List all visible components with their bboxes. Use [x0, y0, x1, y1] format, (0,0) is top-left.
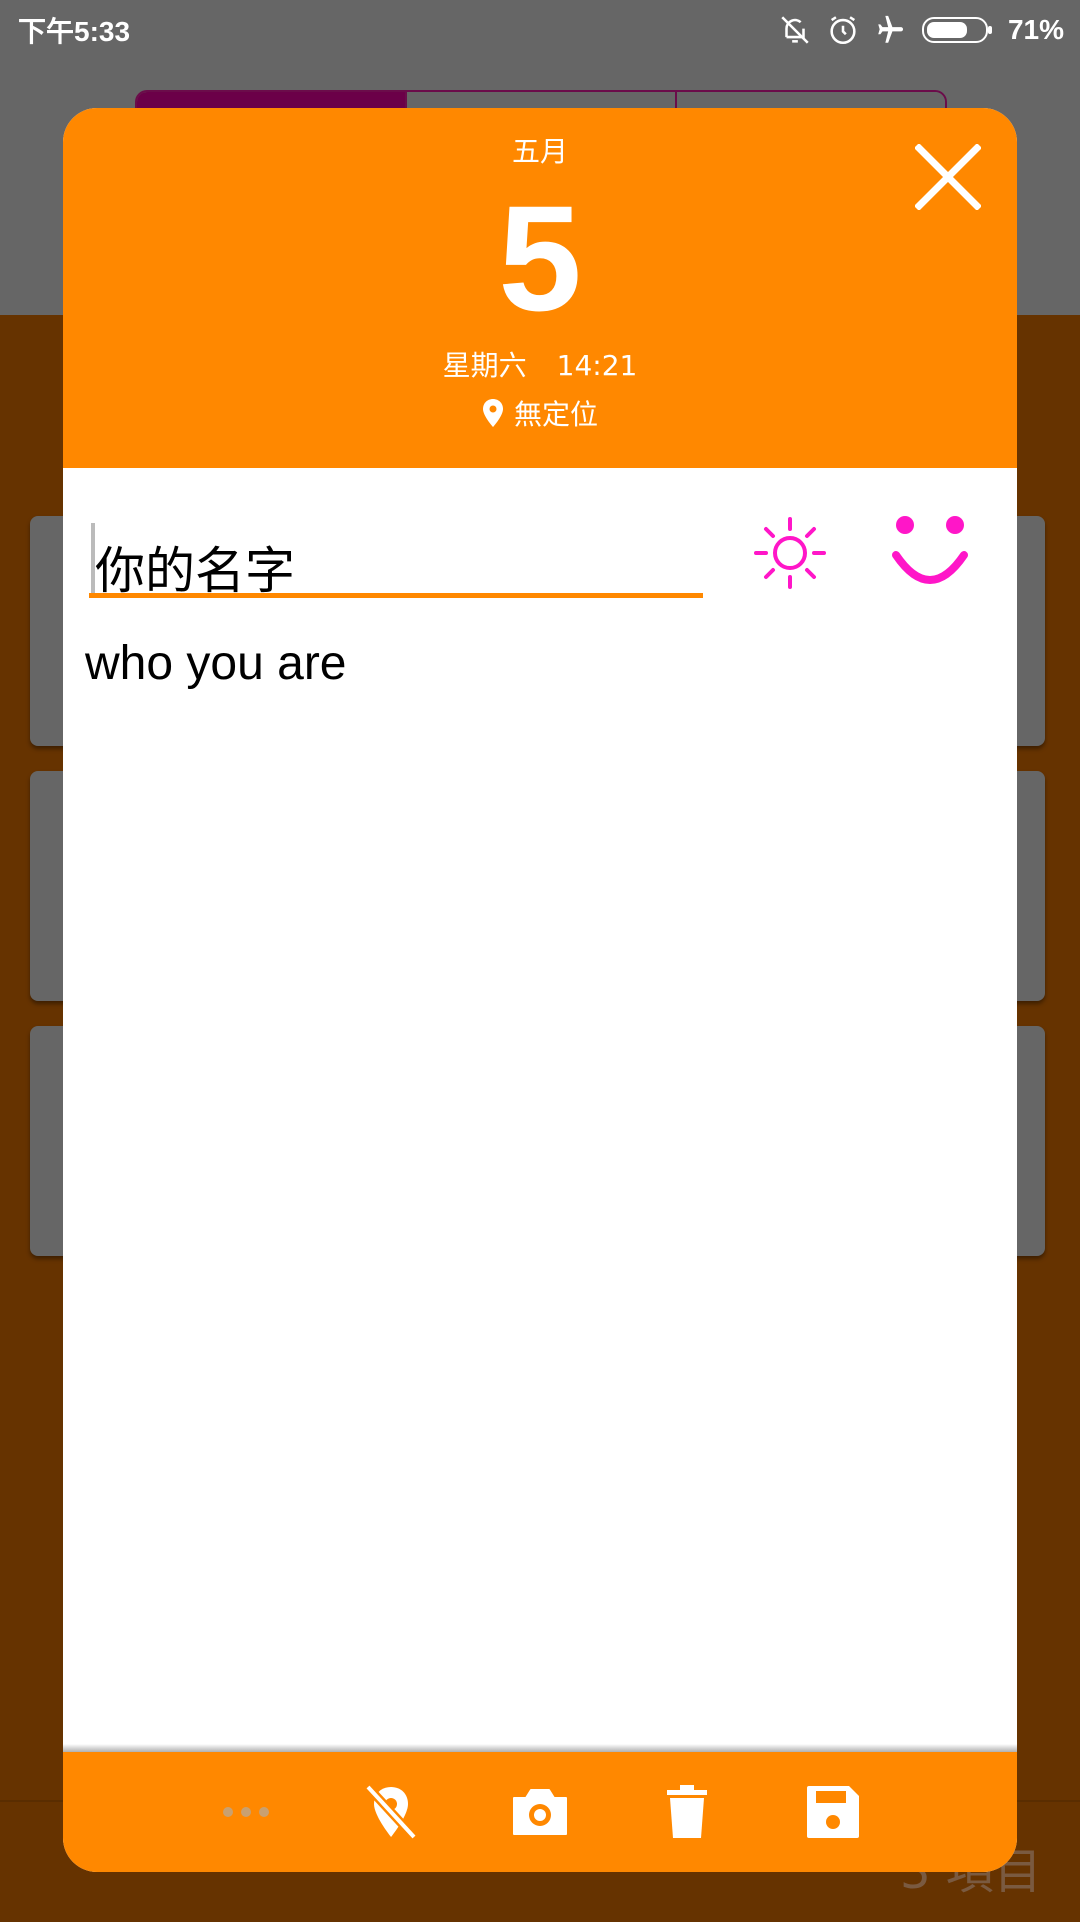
weekday-time[interactable]: 星期六 14:21 [63, 344, 1017, 384]
alarm-icon [830, 16, 856, 45]
title-input[interactable]: 你的名字 [89, 513, 703, 600]
status-icons: 71% [778, 10, 1064, 50]
dialog-header: 五月 5 星期六 14:21 無定位 [63, 108, 1017, 468]
battery-percent: 71% [1007, 14, 1064, 45]
save-button[interactable] [803, 1782, 863, 1842]
dialog-toolbar [63, 1752, 1017, 1872]
day-number[interactable]: 5 [63, 183, 1017, 333]
sun-icon [754, 517, 826, 589]
more-icon [223, 1807, 269, 1817]
mood-button[interactable] [890, 513, 970, 589]
more-button[interactable] [216, 1782, 276, 1842]
diary-entry-dialog: 五月 5 星期六 14:21 無定位 你的名字 who you are [63, 108, 1017, 1872]
bell-off-icon [781, 16, 809, 44]
entry-body-text[interactable]: who you are [85, 636, 347, 691]
location-off-button[interactable] [361, 1782, 421, 1842]
airplane-icon [878, 15, 903, 43]
location-row[interactable]: 無定位 [63, 393, 1017, 433]
location-label: 無定位 [513, 398, 598, 431]
close-button[interactable] [914, 143, 982, 211]
location-pin-icon [482, 399, 503, 427]
camera-icon [513, 1789, 567, 1835]
save-icon [807, 1786, 859, 1838]
status-time: 下午5:33 [18, 16, 131, 47]
time-label: 14:21 [556, 349, 638, 382]
battery-icon [921, 17, 992, 43]
close-icon [914, 143, 982, 211]
delete-button[interactable] [657, 1782, 717, 1842]
toolbar-shadow [63, 1744, 1017, 1752]
location-off-icon [364, 1783, 418, 1841]
month-label: 五月 [511, 135, 568, 168]
title-input-value: 你的名字 [95, 542, 295, 600]
weekday-label: 星期六 [442, 349, 527, 382]
camera-button[interactable] [510, 1782, 570, 1842]
smiley-icon [892, 516, 968, 584]
weather-button[interactable] [752, 515, 828, 591]
delete-icon [667, 1785, 707, 1838]
status-bar: 下午5:33 71% [0, 0, 1080, 60]
